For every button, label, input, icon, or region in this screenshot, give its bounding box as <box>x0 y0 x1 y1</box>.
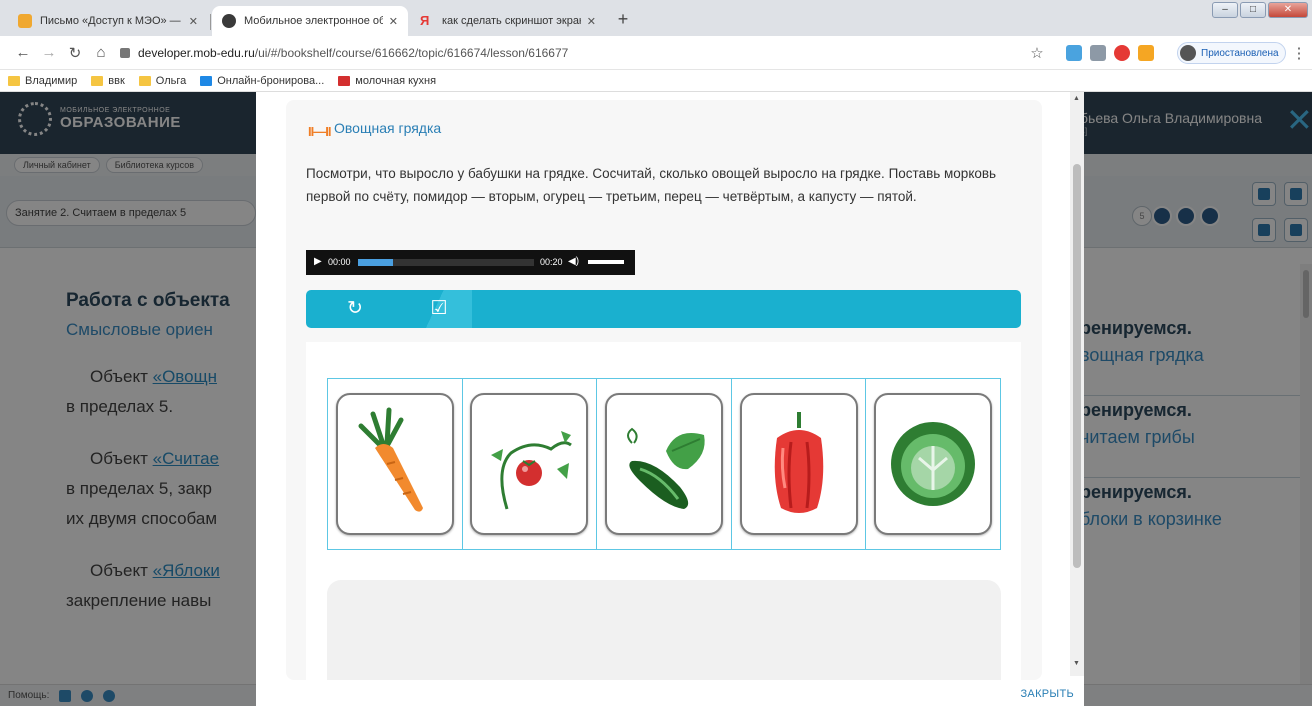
kitchen-icon <box>338 75 351 86</box>
exercise-card: II—II Овощная грядка Посмотри, что вырос… <box>286 100 1042 680</box>
tab-mob-edu[interactable]: Мобильное электронное обра ✕ <box>212 6 408 36</box>
close-modal-button[interactable]: ЗАКРЫТЬ <box>1020 688 1074 700</box>
site-viewport: МОБИЛЬНОЕ ЭЛЕКТРОННОЕ ОБРАЗОВАНИЕ бьева … <box>0 92 1312 706</box>
new-tab-button[interactable]: + <box>612 9 634 31</box>
folder-icon <box>138 75 151 86</box>
key-extension-icon[interactable] <box>1138 45 1154 61</box>
tab-yandex[interactable]: Я как сделать скриншот экрана н ✕ <box>410 6 606 36</box>
tab-close-icon[interactable]: ✕ <box>189 15 198 28</box>
cucumber-icon <box>626 427 705 509</box>
booking-icon <box>200 75 213 86</box>
vegetable-slot[interactable] <box>328 379 463 549</box>
check-icon: ☑ <box>430 298 448 319</box>
vegetable-slot[interactable] <box>866 379 1000 549</box>
exercise-workarea <box>306 342 1021 680</box>
scroll-thumb[interactable] <box>1073 164 1081 568</box>
profile-status: Приостановлена <box>1201 47 1279 59</box>
bookmark-star-icon[interactable]: ☆ <box>1028 44 1046 62</box>
volume-icon[interactable]: ◀) <box>568 256 579 267</box>
window-controls: – □ ✕ <box>1212 2 1308 18</box>
vegetable-card-carrot[interactable] <box>335 393 454 535</box>
pepper-icon <box>774 412 823 513</box>
tab-close-icon[interactable]: ✕ <box>389 15 398 28</box>
minimize-button[interactable]: – <box>1212 2 1238 18</box>
avatar <box>1180 45 1196 61</box>
browser-menu-icon[interactable]: ⋮ <box>1290 44 1308 62</box>
folder-icon <box>91 75 104 86</box>
vegetable-slot[interactable] <box>732 379 867 549</box>
bookmark-label: ввк <box>108 74 125 87</box>
tab-close-icon[interactable]: ✕ <box>587 15 596 28</box>
play-icon[interactable]: ▶ <box>314 256 322 267</box>
exercise-toolbar: ↻ ☑ <box>306 290 1021 328</box>
window-close-button[interactable]: ✕ <box>1268 2 1308 18</box>
browser-tabstrip: Письмо «Доступ к МЭО» — Ро ✕ Мобильное э… <box>0 0 1312 36</box>
tab-separator <box>210 14 211 30</box>
forward-icon[interactable]: → <box>40 44 58 61</box>
activity-icon: II—II <box>308 124 331 139</box>
url-host: developer.mob-edu.ru <box>138 46 255 60</box>
bookmark-item[interactable]: Владимир <box>8 75 77 87</box>
check-button[interactable]: ☑ <box>406 290 472 328</box>
scroll-up-icon[interactable]: ▲ <box>1073 95 1080 102</box>
reset-icon: ↻ <box>347 298 363 319</box>
exercise-instruction: Посмотри, что выросло у бабушки на грядк… <box>306 166 997 204</box>
reload-icon[interactable]: ↻ <box>66 44 84 62</box>
modal-scrollbar[interactable]: ▲ ▼ <box>1070 92 1084 676</box>
bookmark-label: Онлайн-бронирова... <box>217 74 325 87</box>
vegetable-card-pepper[interactable] <box>739 393 858 535</box>
url-field[interactable]: developer.mob-edu.ru /ui/#/bookshelf/cou… <box>120 44 1020 62</box>
tab-title: Мобильное электронное обра <box>244 15 383 27</box>
exercise-modal: II—II Овощная грядка Посмотри, что вырос… <box>256 92 1084 706</box>
address-bar-row: ← → ↻ ⌂ developer.mob-edu.ru /ui/#/books… <box>0 36 1312 70</box>
vegetable-card-cucumber[interactable] <box>604 393 723 535</box>
tab-title: как сделать скриншот экрана н <box>442 15 581 27</box>
audio-duration: 00:20 <box>540 257 563 267</box>
yandex-favicon-icon: Я <box>420 13 430 28</box>
bookmark-label: Владимир <box>25 74 78 87</box>
home-icon[interactable]: ⌂ <box>92 44 110 61</box>
profile-button[interactable]: Приостановлена <box>1177 42 1286 64</box>
url-path: /ui/#/bookshelf/course/616662/topic/6166… <box>254 46 569 60</box>
audio-player: ▶ 00:00 00:20 ◀) <box>306 250 635 275</box>
yandex-extension-icon[interactable] <box>1114 45 1130 61</box>
scroll-down-icon[interactable]: ▼ <box>1073 660 1080 667</box>
bookmarks-bar: Владимир ввк Ольга Онлайн-бронирова... м… <box>0 70 1312 92</box>
bookmark-label: молочная кухня <box>355 74 437 87</box>
mob-edu-favicon-icon <box>222 14 236 28</box>
cabbage-icon <box>891 422 976 506</box>
lock-icon <box>120 48 130 58</box>
vegetable-slot[interactable] <box>463 379 598 549</box>
folder-icon <box>8 75 20 86</box>
vegetable-slots <box>327 378 1001 550</box>
tab-mail[interactable]: Письмо «Доступ к МЭО» — Ро ✕ <box>8 6 208 36</box>
vegetable-slot[interactable] <box>597 379 732 549</box>
extension-1-icon[interactable] <box>1066 45 1082 61</box>
maximize-button[interactable]: □ <box>1240 2 1266 18</box>
bookmark-item[interactable]: молочная кухня <box>338 75 436 87</box>
extension-2-icon[interactable] <box>1090 45 1106 61</box>
mail-favicon-icon <box>18 14 32 28</box>
back-icon[interactable]: ← <box>14 44 32 61</box>
audio-current-time: 00:00 <box>328 257 351 267</box>
reset-button[interactable]: ↻ <box>322 290 388 328</box>
bookmark-item[interactable]: Онлайн-бронирова... <box>200 75 324 87</box>
answer-dropzone[interactable] <box>327 580 1001 680</box>
bookmark-item[interactable]: ввк <box>91 75 125 87</box>
audio-progress-bar[interactable] <box>358 259 534 266</box>
tab-title: Письмо «Доступ к МЭО» — Ро <box>40 15 183 27</box>
carrot-icon <box>358 407 423 512</box>
vegetable-card-cabbage[interactable] <box>874 393 993 535</box>
tomato-icon <box>491 431 573 510</box>
vegetable-card-tomato[interactable] <box>470 393 589 535</box>
bookmark-label: Ольга <box>155 74 187 87</box>
bookmark-item[interactable]: Ольга <box>138 74 187 87</box>
audio-progress-fill <box>358 259 394 266</box>
volume-slider[interactable] <box>588 260 624 264</box>
exercise-title: Овощная грядка <box>334 120 442 136</box>
